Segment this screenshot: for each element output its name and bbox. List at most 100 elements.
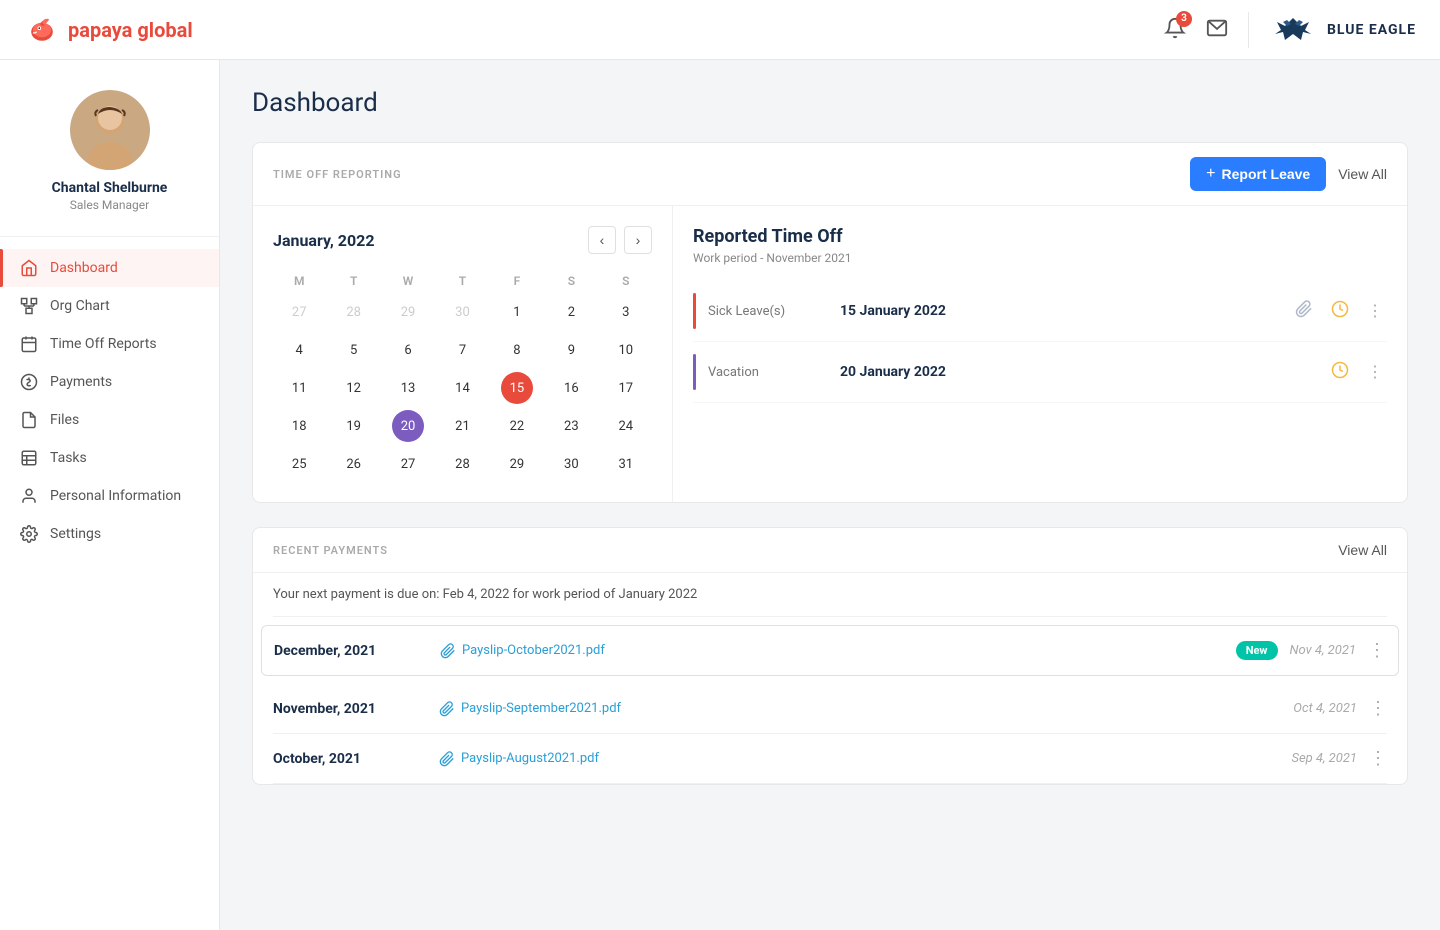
payment-date-nov: Oct 4, 2021	[1293, 701, 1357, 716]
calendar-next-button[interactable]: ›	[624, 226, 652, 254]
notification-badge: 3	[1176, 11, 1192, 27]
cal-day[interactable]: 25	[283, 448, 315, 480]
cal-day[interactable]: 4	[283, 334, 315, 366]
payments-card: RECENT PAYMENTS View All Your next payme…	[252, 527, 1408, 785]
payment-file-link-nov[interactable]: Payslip-September2021.pdf	[439, 701, 1277, 717]
cal-day[interactable]: 8	[501, 334, 533, 366]
clock-button-vacation[interactable]	[1327, 357, 1353, 388]
sidebar-user-profile: Chantal Shelburne Sales Manager	[0, 80, 219, 237]
cal-day[interactable]: 27	[283, 296, 315, 328]
more-options-sick-button[interactable]: ⋮	[1363, 297, 1387, 325]
sidebar-item-settings[interactable]: Settings	[0, 515, 219, 553]
time-off-header-label: TIME OFF REPORTING	[273, 168, 402, 181]
cal-day-name-t1: T	[327, 270, 379, 292]
cal-day-name-s2: S	[600, 270, 652, 292]
cal-day[interactable]: 23	[555, 410, 587, 442]
attachment-button[interactable]	[1291, 296, 1317, 327]
user-role: Sales Manager	[16, 198, 203, 212]
cal-day[interactable]: 11	[283, 372, 315, 404]
payment-period-dec: December, 2021	[274, 643, 424, 659]
cal-day[interactable]: 30	[446, 296, 478, 328]
cal-day[interactable]: 22	[501, 410, 533, 442]
cal-day[interactable]: 13	[392, 372, 424, 404]
sidebar-item-org-chart[interactable]: Org Chart	[0, 287, 219, 325]
cal-day-name-m: M	[273, 270, 325, 292]
file-icon	[20, 411, 38, 429]
cal-day-name-w: W	[382, 270, 434, 292]
cal-day[interactable]: 9	[555, 334, 587, 366]
cal-day[interactable]: 29	[501, 448, 533, 480]
main-layout: Chantal Shelburne Sales Manager Dashboar…	[0, 0, 1440, 930]
payment-file-link-oct[interactable]: Payslip-August2021.pdf	[439, 751, 1275, 767]
report-leave-button[interactable]: + Report Leave	[1190, 157, 1326, 191]
vacation-leave-actions: ⋮	[1327, 357, 1387, 388]
cal-day[interactable]: 28	[338, 296, 370, 328]
sidebar: Chantal Shelburne Sales Manager Dashboar…	[0, 60, 220, 930]
calendar-grid: M T W T F S S 27 28 29 30 1 2 3	[273, 270, 652, 482]
cal-day[interactable]: 26	[338, 448, 370, 480]
paperclip-icon	[439, 701, 455, 717]
sidebar-item-tasks[interactable]: Tasks	[0, 439, 219, 477]
payment-row-november: November, 2021 Payslip-September2021.pdf…	[273, 684, 1387, 734]
cal-day-selected[interactable]: 20	[392, 410, 424, 442]
sidebar-item-time-off-reports[interactable]: Time Off Reports	[0, 325, 219, 363]
calendar: January, 2022 ‹ › M T W T F S	[253, 206, 673, 502]
payments-view-all-button[interactable]: View All	[1338, 542, 1387, 558]
payment-period-nov: November, 2021	[273, 701, 423, 717]
company-logo-icon	[1269, 12, 1317, 48]
sidebar-item-personal-information[interactable]: Personal Information	[0, 477, 219, 515]
cal-day[interactable]: 19	[338, 410, 370, 442]
paperclip-icon	[439, 751, 455, 767]
cal-day[interactable]: 16	[555, 372, 587, 404]
avatar	[70, 90, 150, 170]
cal-day[interactable]: 3	[610, 296, 642, 328]
payment-filename-nov: Payslip-September2021.pdf	[461, 701, 621, 716]
calendar-prev-button[interactable]: ‹	[588, 226, 616, 254]
payment-row-october: October, 2021 Payslip-August2021.pdf Sep…	[273, 734, 1387, 784]
payment-filename-oct: Payslip-August2021.pdf	[461, 751, 599, 766]
notification-button[interactable]: 3	[1164, 17, 1186, 43]
cal-day[interactable]: 7	[446, 334, 478, 366]
cal-day-today[interactable]: 15	[501, 372, 533, 404]
payments-card-header: RECENT PAYMENTS View All	[253, 528, 1407, 573]
payment-more-oct-button[interactable]: ⋮	[1369, 748, 1387, 769]
more-options-vacation-button[interactable]: ⋮	[1363, 358, 1387, 386]
tasks-icon	[20, 449, 38, 467]
cal-day[interactable]: 17	[610, 372, 642, 404]
sidebar-item-dashboard[interactable]: Dashboard	[0, 249, 219, 287]
cal-day[interactable]: 6	[392, 334, 424, 366]
time-off-card-header: TIME OFF REPORTING + Report Leave View A…	[253, 143, 1407, 206]
sidebar-item-label: Settings	[50, 526, 101, 542]
cal-day[interactable]: 12	[338, 372, 370, 404]
logo[interactable]: papaya global	[24, 12, 193, 48]
payment-more-dec-button[interactable]: ⋮	[1368, 640, 1386, 661]
sidebar-item-label: Personal Information	[50, 488, 181, 504]
cal-day[interactable]: 18	[283, 410, 315, 442]
chart-icon	[20, 297, 38, 315]
cal-day[interactable]: 31	[610, 448, 642, 480]
payment-filename-dec: Payslip-October2021.pdf	[462, 643, 605, 658]
cal-day[interactable]: 24	[610, 410, 642, 442]
cal-day[interactable]: 10	[610, 334, 642, 366]
cal-day[interactable]: 30	[555, 448, 587, 480]
cal-day[interactable]: 2	[555, 296, 587, 328]
cal-day-name-f: F	[491, 270, 543, 292]
vacation-indicator	[693, 354, 696, 390]
cal-day[interactable]: 28	[446, 448, 478, 480]
cal-day[interactable]: 29	[392, 296, 424, 328]
sidebar-item-files[interactable]: Files	[0, 401, 219, 439]
time-off-view-all-button[interactable]: View All	[1338, 166, 1387, 182]
mail-button[interactable]	[1206, 17, 1228, 43]
payment-row-highlighted-wrap: December, 2021 Payslip-October2021.pdf N…	[273, 617, 1387, 684]
clock-button-sick[interactable]	[1327, 296, 1353, 327]
sidebar-item-payments[interactable]: Payments	[0, 363, 219, 401]
cal-day[interactable]: 21	[446, 410, 478, 442]
clock-icon	[1331, 300, 1349, 318]
cal-day[interactable]: 14	[446, 372, 478, 404]
payment-more-nov-button[interactable]: ⋮	[1369, 698, 1387, 719]
topnav-actions: 3 BLUE EAGLE	[1164, 12, 1416, 48]
payment-file-link-dec[interactable]: Payslip-October2021.pdf	[440, 643, 1220, 659]
cal-day[interactable]: 5	[338, 334, 370, 366]
cal-day[interactable]: 27	[392, 448, 424, 480]
cal-day[interactable]: 1	[501, 296, 533, 328]
